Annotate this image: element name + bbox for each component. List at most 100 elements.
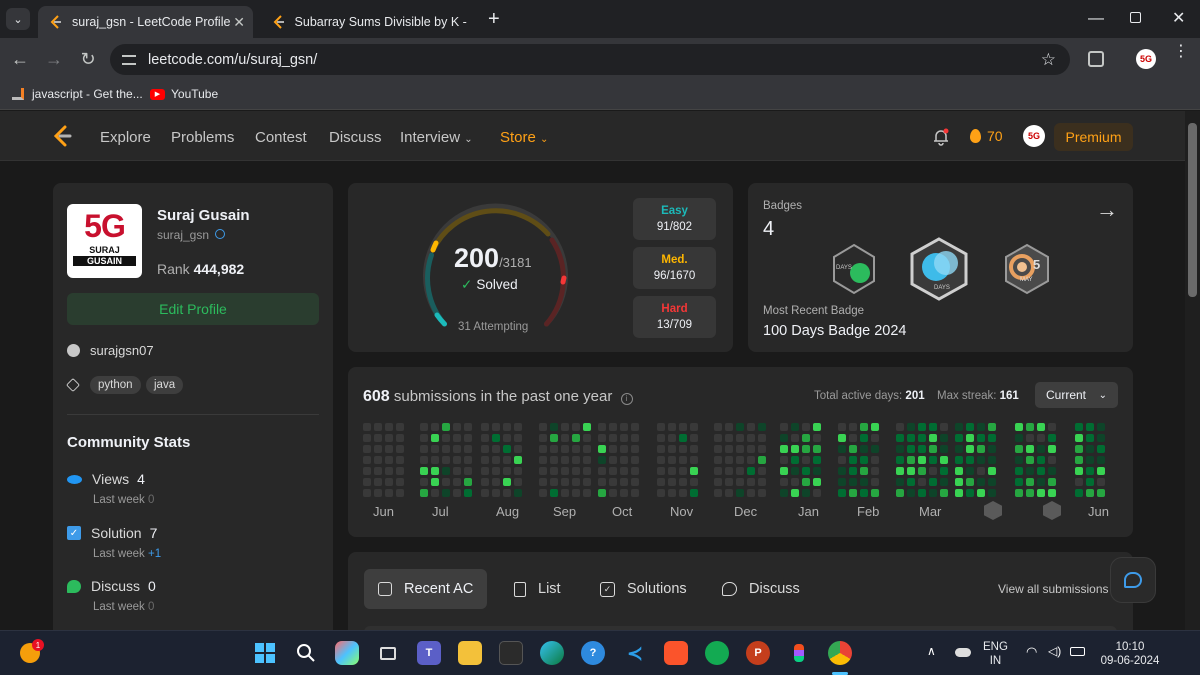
heatmap-cell[interactable] xyxy=(860,467,868,475)
system-clock[interactable]: 10:10 09-06-2024 xyxy=(1100,640,1160,668)
heatmap-cell[interactable] xyxy=(363,467,371,475)
heatmap-cell[interactable] xyxy=(736,423,744,431)
nav-explore[interactable]: Explore xyxy=(100,129,151,146)
heatmap-cell[interactable] xyxy=(813,456,821,464)
heatmap-cell[interactable] xyxy=(940,478,948,486)
heatmap-cell[interactable] xyxy=(442,478,450,486)
heatmap-cell[interactable] xyxy=(598,489,606,497)
heatmap-cell[interactable] xyxy=(431,456,439,464)
heatmap-cell[interactable] xyxy=(1097,456,1105,464)
badge-may-2024[interactable]: 5 MAY xyxy=(1002,243,1052,295)
heatmap-cell[interactable] xyxy=(431,445,439,453)
figma-icon[interactable] xyxy=(787,641,811,665)
heatmap-cell[interactable] xyxy=(955,478,963,486)
heatmap-cell[interactable] xyxy=(550,489,558,497)
heatmap-cell[interactable] xyxy=(977,423,985,431)
heatmap-cell[interactable] xyxy=(481,434,489,442)
heatmap-cell[interactable] xyxy=(385,445,393,453)
arrow-right-icon[interactable]: → xyxy=(1096,197,1118,223)
notification-bell-icon[interactable] xyxy=(933,128,949,151)
heatmap-cell[interactable] xyxy=(464,489,472,497)
bookmark-stackoverflow[interactable]: javascript - Get the... xyxy=(12,87,143,101)
nav-problems[interactable]: Problems xyxy=(171,129,234,146)
heatmap-cell[interactable] xyxy=(374,423,382,431)
heatmap-cell[interactable] xyxy=(871,445,879,453)
heatmap-cell[interactable] xyxy=(1037,423,1045,431)
mongodb-compass-icon[interactable] xyxy=(705,641,729,665)
nav-discuss[interactable]: Discuss xyxy=(329,129,382,146)
heatmap-cell[interactable] xyxy=(714,445,722,453)
heatmap-cell[interactable] xyxy=(1015,467,1023,475)
heatmap-cell[interactable] xyxy=(442,467,450,475)
heatmap-cell[interactable] xyxy=(725,478,733,486)
heatmap-cell[interactable] xyxy=(747,489,755,497)
heatmap-cell[interactable] xyxy=(736,467,744,475)
heatmap-cell[interactable] xyxy=(849,478,857,486)
heatmap-cell[interactable] xyxy=(679,489,687,497)
heatmap-cell[interactable] xyxy=(838,467,846,475)
heatmap-cell[interactable] xyxy=(572,467,580,475)
file-explorer-icon[interactable] xyxy=(458,641,482,665)
heatmap-cell[interactable] xyxy=(598,423,606,431)
heatmap-cell[interactable] xyxy=(918,423,926,431)
heatmap-cell[interactable] xyxy=(442,456,450,464)
heatmap-cell[interactable] xyxy=(503,434,511,442)
heatmap-cell[interactable] xyxy=(514,445,522,453)
heatmap-cell[interactable] xyxy=(802,434,810,442)
heatmap-cell[interactable] xyxy=(503,445,511,453)
heatmap-cell[interactable] xyxy=(860,456,868,464)
restore-window-icon[interactable] xyxy=(1130,12,1141,23)
heatmap-cell[interactable] xyxy=(442,489,450,497)
heatmap-cell[interactable] xyxy=(396,489,404,497)
heatmap-cell[interactable] xyxy=(1086,489,1094,497)
heatmap-cell[interactable] xyxy=(561,445,569,453)
heatmap-cell[interactable] xyxy=(385,456,393,464)
heatmap-cell[interactable] xyxy=(736,489,744,497)
heatmap-cell[interactable] xyxy=(758,478,766,486)
heatmap-cell[interactable] xyxy=(385,467,393,475)
info-icon[interactable]: i xyxy=(620,392,633,405)
streak-counter[interactable]: 70 xyxy=(970,128,1003,144)
heatmap-cell[interactable] xyxy=(929,456,937,464)
heatmap-cell[interactable] xyxy=(679,456,687,464)
heatmap-cell[interactable] xyxy=(813,434,821,442)
heatmap-cell[interactable] xyxy=(1086,423,1094,431)
heatmap-cell[interactable] xyxy=(539,456,547,464)
heatmap-cell[interactable] xyxy=(385,478,393,486)
heatmap-cell[interactable] xyxy=(988,467,996,475)
heatmap-cell[interactable] xyxy=(609,434,617,442)
heatmap-cell[interactable] xyxy=(871,489,879,497)
heatmap-cell[interactable] xyxy=(988,434,996,442)
chrome-icon[interactable] xyxy=(828,641,852,665)
scrollbar-thumb[interactable] xyxy=(1188,123,1197,297)
heatmap-cell[interactable] xyxy=(940,434,948,442)
teams-icon[interactable]: T xyxy=(417,641,441,665)
heatmap-cell[interactable] xyxy=(657,467,665,475)
heatmap-cell[interactable] xyxy=(791,467,799,475)
heatmap-cell[interactable] xyxy=(420,434,428,442)
heatmap-cell[interactable] xyxy=(1097,467,1105,475)
heatmap-cell[interactable] xyxy=(668,467,676,475)
heatmap-cell[interactable] xyxy=(1048,445,1056,453)
heatmap-cell[interactable] xyxy=(679,478,687,486)
heatmap-cell[interactable] xyxy=(1015,478,1023,486)
show-hidden-icons-chevron[interactable]: ∧ xyxy=(927,644,936,658)
close-window-icon[interactable]: ✕ xyxy=(1172,8,1185,28)
heatmap-cell[interactable] xyxy=(758,467,766,475)
heatmap-cell[interactable] xyxy=(1037,478,1045,486)
heatmap-cell[interactable] xyxy=(977,434,985,442)
heatmap-cell[interactable] xyxy=(907,423,915,431)
heatmap-cell[interactable] xyxy=(620,423,628,431)
heatmap-cell[interactable] xyxy=(550,467,558,475)
heatmap-cell[interactable] xyxy=(791,478,799,486)
heatmap-cell[interactable] xyxy=(561,434,569,442)
heatmap-cell[interactable] xyxy=(1075,423,1083,431)
heatmap-cell[interactable] xyxy=(374,445,382,453)
search-icon[interactable] xyxy=(294,641,318,665)
heatmap-cell[interactable] xyxy=(539,467,547,475)
microsoft-store-icon[interactable] xyxy=(499,641,523,665)
heatmap-cell[interactable] xyxy=(453,434,461,442)
heatmap-cell[interactable] xyxy=(631,423,639,431)
tab-subarray-sums[interactable]: Subarray Sums Divisible by K - I xyxy=(262,6,477,38)
heatmap-cell[interactable] xyxy=(583,423,591,431)
